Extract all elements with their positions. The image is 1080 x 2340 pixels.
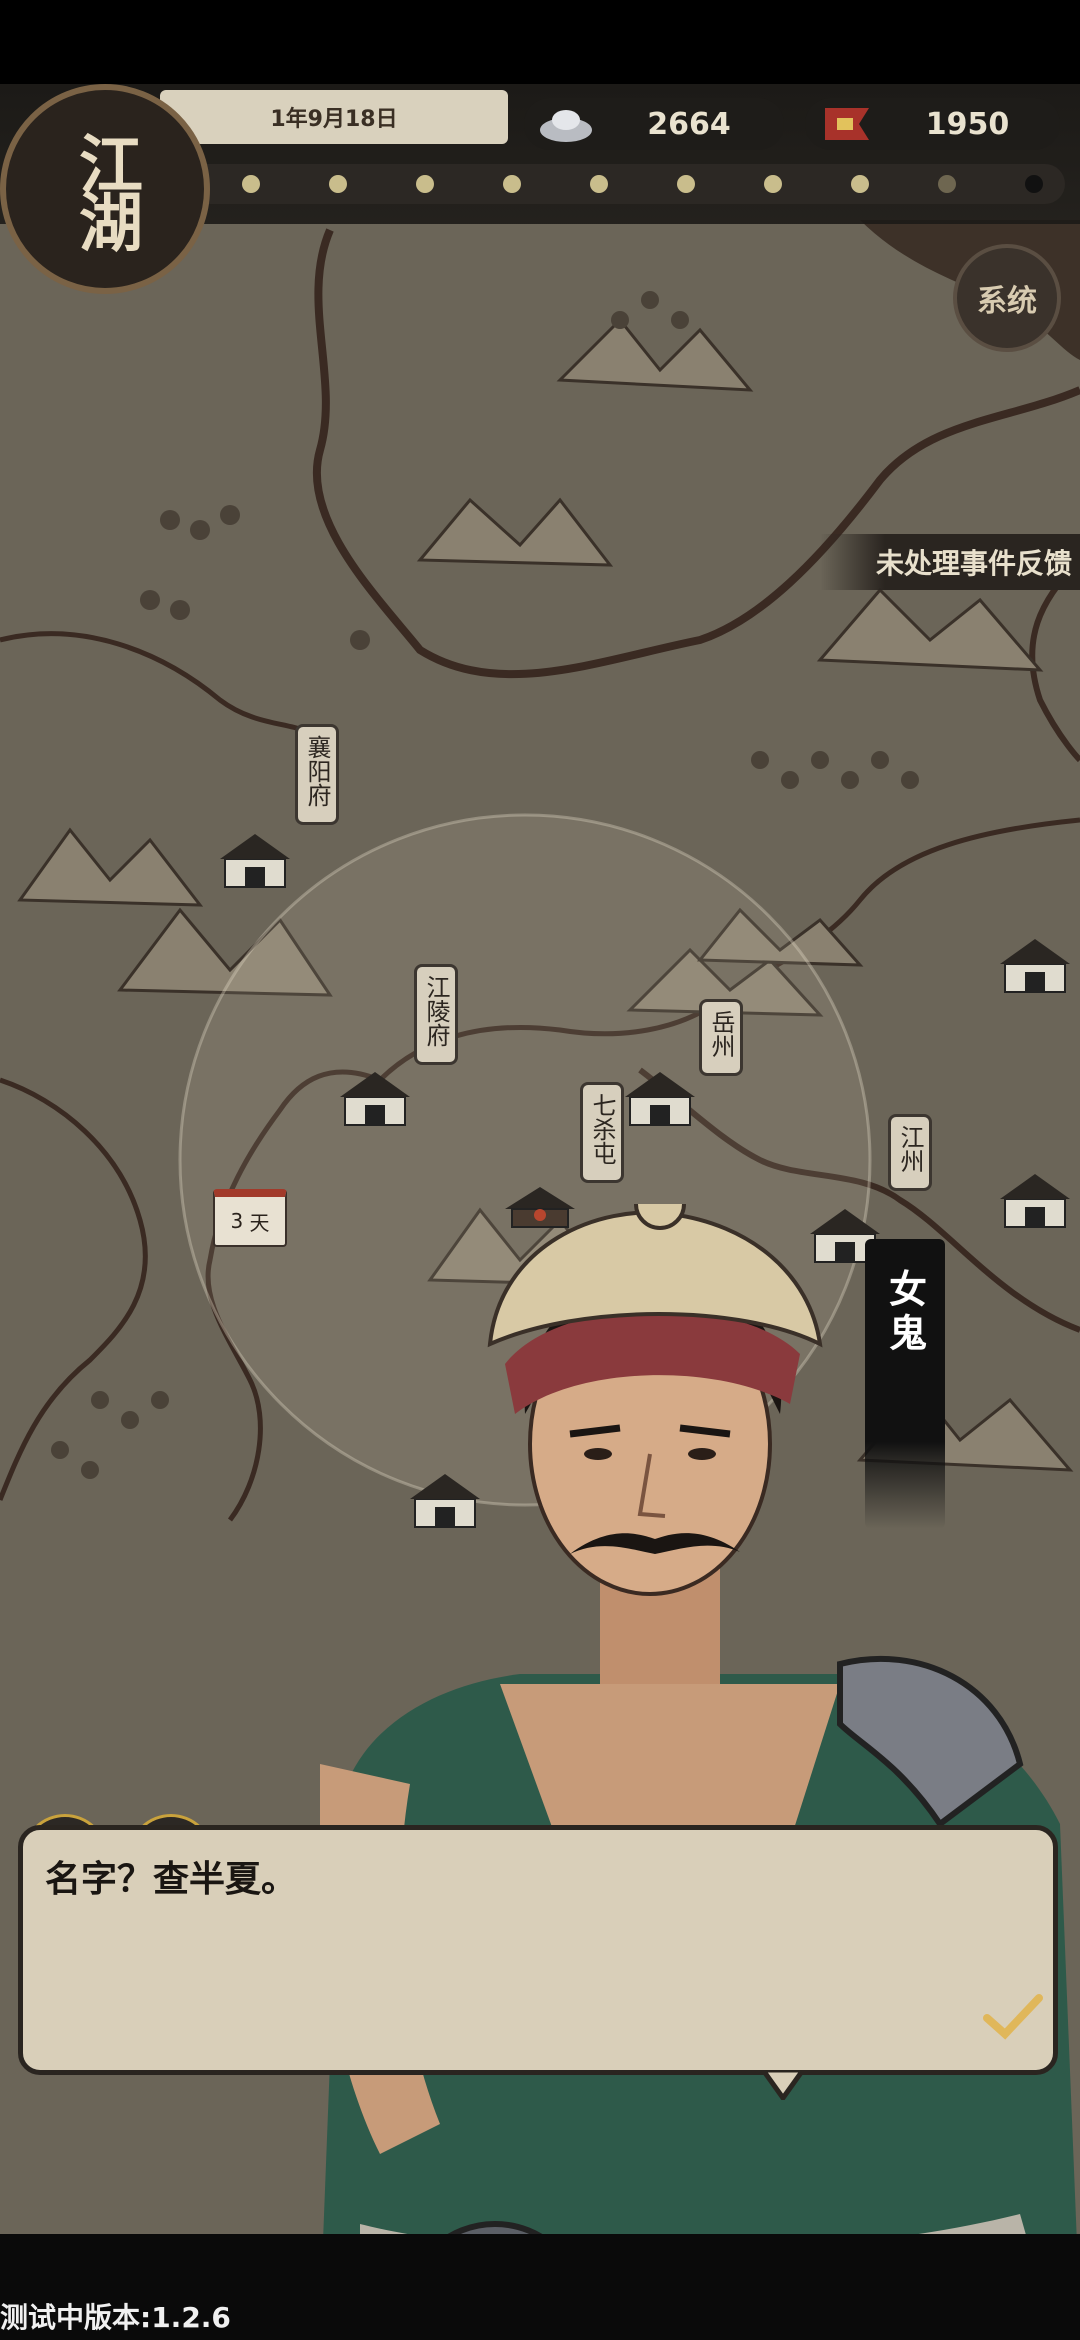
city-building-icon[interactable]	[335, 1057, 415, 1127]
system-button[interactable]: 系统	[953, 244, 1061, 352]
version-label: 测试中版本:1.2.6	[0, 2301, 231, 2334]
event-feedback-label: 未处理事件反馈	[875, 547, 1072, 580]
progress-dot	[242, 175, 260, 193]
city-name: 江陵府	[422, 975, 450, 1047]
city-building-icon[interactable]	[215, 819, 295, 889]
silver-value: 2664	[647, 106, 731, 142]
confirm-check-icon[interactable]	[983, 1990, 1043, 2040]
city-building-icon[interactable]	[995, 924, 1075, 994]
progress-dot	[503, 175, 521, 193]
flag-icon	[825, 108, 869, 140]
progress-dot	[764, 175, 782, 193]
day-marker[interactable]: 3 天	[213, 1189, 287, 1247]
progress-dots	[170, 164, 1065, 204]
progress-dot	[1025, 175, 1043, 193]
silver-ingot-icon	[540, 110, 592, 142]
day-value: 3	[230, 1209, 244, 1233]
prestige-value: 1950	[925, 106, 1010, 142]
dialogue-tail	[763, 2070, 803, 2100]
city-building-icon[interactable]	[620, 1057, 700, 1127]
progress-dot	[938, 175, 956, 193]
date-display: 1年9月18日	[160, 90, 508, 144]
city-tag-jiangzhou[interactable]: 江州	[888, 1114, 932, 1191]
progress-dot	[329, 175, 347, 193]
date-text: 1年9月18日	[270, 107, 398, 132]
city-tag-jiangling[interactable]: 江陵府	[414, 964, 458, 1065]
progress-dot	[677, 175, 695, 193]
progress-dot	[590, 175, 608, 193]
city-name: 岳州	[707, 1010, 735, 1058]
logo-text: 江湖	[68, 131, 143, 247]
system-button-label: 系统	[977, 284, 1037, 319]
city-tag-yuezhou[interactable]: 岳州	[699, 999, 743, 1076]
city-name: 江州	[896, 1125, 924, 1173]
dialogue-box[interactable]: 名字？查半夏。	[18, 1825, 1058, 2100]
progress-dot	[851, 175, 869, 193]
day-unit: 天	[249, 1210, 270, 1235]
city-tag-qishatun[interactable]: 七杀屯	[580, 1082, 624, 1183]
city-name: 七杀屯	[588, 1093, 616, 1165]
bottom-bar: 测试中版本:1.2.6	[0, 2234, 1080, 2340]
city-name: 襄阳府	[303, 735, 331, 807]
city-tag-xiangyang[interactable]: 襄阳府	[295, 724, 339, 825]
game-logo[interactable]: 江湖	[0, 84, 210, 294]
prestige-counter[interactable]: 1950	[805, 98, 1060, 150]
event-feedback-button[interactable]: 未处理事件反馈	[820, 534, 1080, 590]
progress-dot	[416, 175, 434, 193]
dialogue-text: 名字？查半夏。	[45, 1859, 298, 1900]
silver-counter[interactable]: 2664	[524, 98, 784, 150]
world-map[interactable]: 襄阳府 江陵府 七杀屯 岳州 江州 3 天 女鬼 系统 未处理事件反馈 名字？查…	[0, 84, 1080, 2234]
character-portrait	[320, 1204, 1077, 2234]
